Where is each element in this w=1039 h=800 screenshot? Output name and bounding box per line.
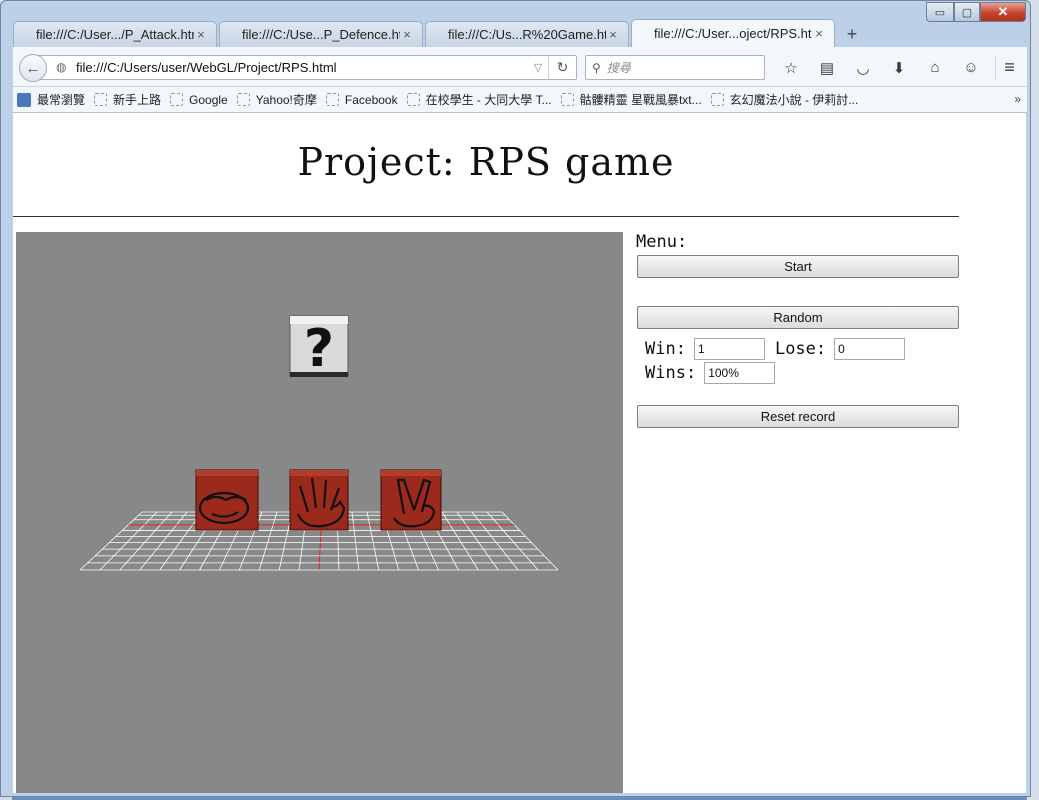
bookmark-page-icon bbox=[560, 93, 574, 106]
navigation-bar: ◍ file:///C:/Users/user/WebGL/Project/RP… bbox=[13, 47, 1027, 87]
bookmark-item[interactable]: 骷髏精靈 星戰風暴txt... bbox=[560, 91, 702, 108]
win-lose-row: Win: 1 Lose: 0 bbox=[645, 337, 961, 361]
menu-panel: Menu: Start Random Win: 1 Lose: 0 Wins: … bbox=[636, 232, 961, 428]
home-icon[interactable]: ⌂ bbox=[917, 55, 953, 80]
grid-line bbox=[139, 511, 188, 571]
back-arrow-icon: ← bbox=[25, 59, 41, 77]
url-bar[interactable]: ◍ file:///C:/Users/user/WebGL/Project/RP… bbox=[35, 55, 577, 80]
browser-window: ▭ ▢ ✕ file:///C:/User.../P_Attack.html ×… bbox=[0, 0, 1031, 797]
bookmarks-overflow-icon[interactable]: » bbox=[1014, 92, 1021, 106]
grid-line bbox=[456, 511, 499, 571]
bookmark-item[interactable]: 玄幻魔法小說 - 伊莉討... bbox=[710, 91, 859, 108]
bookmark-page-icon bbox=[406, 93, 420, 106]
reader-icon[interactable]: ▤ bbox=[809, 55, 845, 80]
win-count-field[interactable]: 1 bbox=[693, 338, 765, 360]
search-input[interactable]: ⚲ 搜尋 bbox=[585, 55, 765, 80]
history-dropdown-icon[interactable]: ▽ bbox=[528, 61, 548, 74]
bookmark-page-icon bbox=[170, 93, 184, 106]
page-content: Project: RPS game ? Menu: Start Random W… bbox=[13, 113, 1026, 793]
bookmark-item[interactable]: Facebook bbox=[325, 92, 398, 107]
wins-label: Wins: bbox=[645, 363, 697, 383]
start-button[interactable]: Start bbox=[637, 255, 959, 278]
tab-label: file:///C:/User...oject/RPS.html bbox=[654, 26, 812, 41]
grid-line bbox=[79, 511, 143, 571]
scissors-cube[interactable] bbox=[380, 469, 442, 531]
search-icon: ⚲ bbox=[592, 60, 601, 75]
bookmark-item[interactable]: Google bbox=[170, 93, 228, 107]
bookmark-item[interactable]: 在校學生 - 大同大學 T... bbox=[406, 91, 552, 108]
lose-count-field[interactable]: 0 bbox=[834, 338, 906, 360]
bookmark-label: Google bbox=[189, 92, 228, 107]
bookmark-page-icon bbox=[94, 93, 108, 106]
bookmark-label: Yahoo!奇摩 bbox=[255, 93, 317, 107]
question-mark-icon: ? bbox=[304, 319, 334, 379]
tab-p-attack[interactable]: file:///C:/User.../P_Attack.html × bbox=[13, 21, 217, 47]
win-label: Win: bbox=[645, 339, 686, 359]
tab-rps[interactable]: file:///C:/User...oject/RPS.html × bbox=[631, 19, 835, 47]
search-placeholder: 搜尋 bbox=[606, 61, 631, 75]
webgl-canvas[interactable]: ? bbox=[16, 232, 623, 793]
bookmark-item[interactable]: Yahoo!奇摩 bbox=[236, 91, 317, 108]
new-tab-button[interactable]: + bbox=[837, 21, 867, 47]
score-panel: Win: 1 Lose: 0 Wins: 100% bbox=[636, 337, 961, 385]
pocket-icon[interactable]: ◡ bbox=[845, 55, 881, 80]
tab-label: file:///C:/User.../P_Attack.html bbox=[36, 27, 194, 42]
star-icon[interactable]: ☆ bbox=[773, 55, 809, 80]
bookmark-label: 在校學生 - 大同大學 T... bbox=[425, 93, 552, 107]
globe-icon: ◍ bbox=[56, 60, 67, 74]
tab-close-icon[interactable]: × bbox=[606, 27, 620, 42]
bookmark-item[interactable]: 新手上路 bbox=[94, 91, 161, 108]
grid-line bbox=[441, 511, 479, 571]
tab-label: file:///C:/Us...R%20Game.html bbox=[448, 27, 606, 42]
download-icon[interactable]: ⬇ bbox=[881, 55, 917, 80]
tab-r-game[interactable]: file:///C:/Us...R%20Game.html × bbox=[425, 21, 629, 47]
tab-close-icon[interactable]: × bbox=[194, 27, 208, 42]
bookmark-page-icon bbox=[236, 93, 250, 106]
tab-p-defence[interactable]: file:///C:/Use...P_Defence.html × bbox=[219, 21, 423, 47]
tab-strip: file:///C:/User.../P_Attack.html × file:… bbox=[13, 19, 1023, 47]
paper-cube[interactable] bbox=[289, 469, 349, 531]
grid-line bbox=[99, 511, 158, 571]
smiley-icon[interactable]: ☺ bbox=[953, 55, 989, 80]
bookmark-page-icon bbox=[710, 93, 724, 106]
reset-record-button[interactable]: Reset record bbox=[637, 405, 959, 428]
bookmarks-toolbar: 最常瀏覽 新手上路 Google Yahoo!奇摩 Facebook 在校學生 … bbox=[13, 87, 1027, 113]
reload-icon[interactable]: ↻ bbox=[548, 56, 576, 79]
bookmark-page-icon bbox=[325, 93, 339, 106]
toolbar-icons: ☆ ▤ ◡ ⬇ ⌂ ☺ bbox=[773, 55, 989, 80]
hamburger-menu-icon[interactable]: ≡ bbox=[995, 55, 1023, 80]
grid-line bbox=[366, 511, 380, 571]
grid-line bbox=[258, 511, 278, 571]
tab-close-icon[interactable]: × bbox=[812, 26, 826, 41]
wins-rate-field[interactable]: 100% bbox=[704, 362, 776, 384]
tab-label: file:///C:/Use...P_Defence.html bbox=[242, 27, 400, 42]
tab-close-icon[interactable]: × bbox=[400, 27, 414, 42]
menu-label: Menu: bbox=[636, 232, 688, 252]
wins-rate-row: Wins: 100% bbox=[645, 361, 961, 385]
lose-label: Lose: bbox=[774, 339, 827, 359]
bookmark-label: 新手上路 bbox=[113, 93, 162, 107]
back-button[interactable]: ← bbox=[19, 54, 47, 82]
bookmark-label: Facebook bbox=[344, 92, 398, 107]
url-text: file:///C:/Users/user/WebGL/Project/RPS.… bbox=[76, 60, 337, 75]
mystery-cube: ? bbox=[289, 315, 349, 379]
grid-line bbox=[351, 511, 360, 571]
bookmark-folder-icon bbox=[17, 92, 31, 107]
scene-svg: ? bbox=[79, 315, 559, 571]
grid-line bbox=[119, 511, 173, 571]
bookmark-label: 最常瀏覽 bbox=[37, 93, 86, 107]
random-button[interactable]: Random bbox=[637, 306, 959, 329]
rock-cube[interactable] bbox=[195, 469, 259, 531]
bookmark-item[interactable]: 最常瀏覽 bbox=[17, 91, 85, 108]
title-divider bbox=[13, 216, 959, 217]
bookmark-label: 玄幻魔法小說 - 伊莉討... bbox=[729, 93, 859, 107]
bookmark-label: 骷髏精靈 星戰風暴txt... bbox=[579, 93, 702, 107]
page-title: Project: RPS game bbox=[297, 140, 675, 184]
